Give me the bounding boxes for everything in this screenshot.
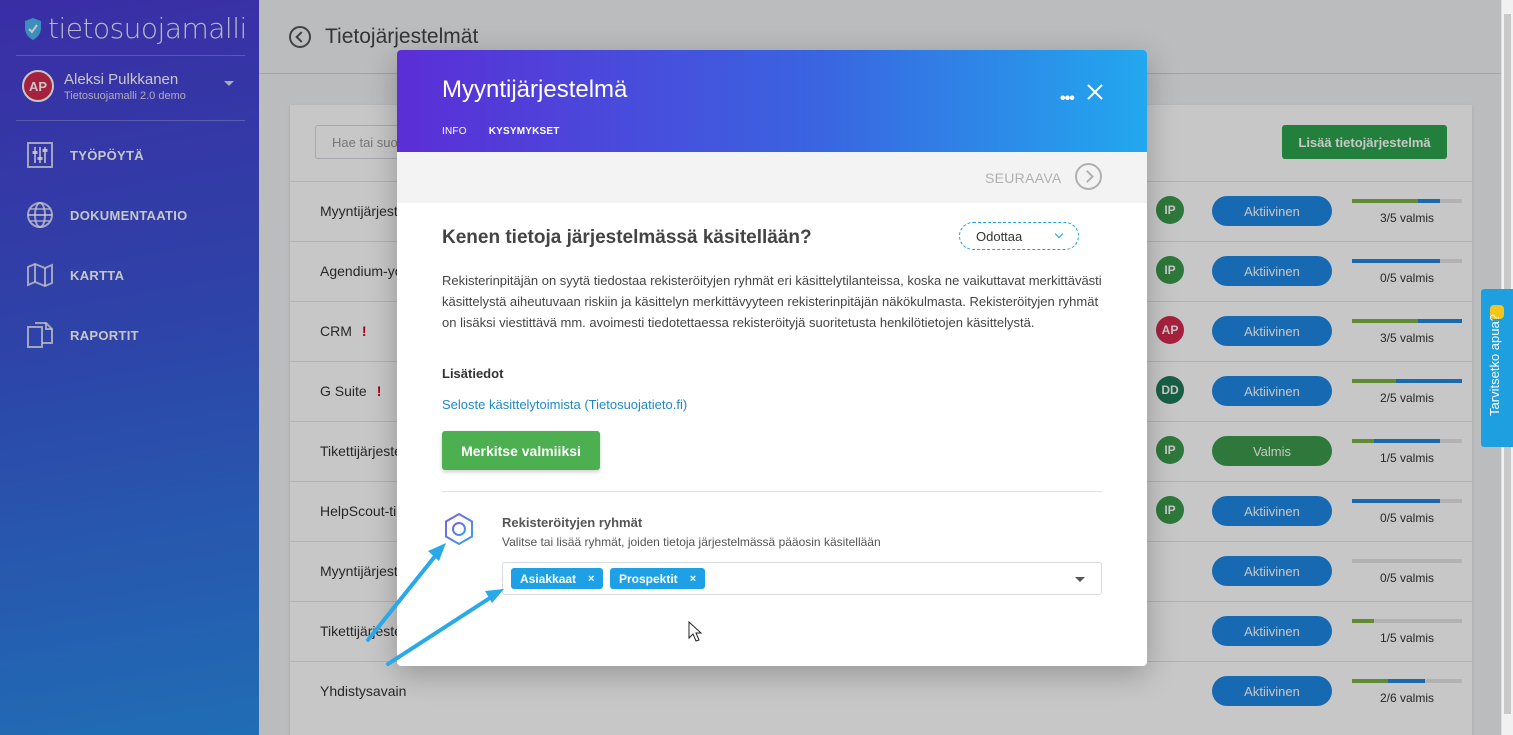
more-options-icon[interactable]: ••• (1060, 90, 1075, 108)
group-select[interactable]: Asiakkaat × Prospektit × (502, 562, 1102, 595)
remove-tag-icon[interactable]: × (690, 573, 696, 585)
tab-kysymykset[interactable]: KYSYMYKSET (489, 126, 560, 137)
system-modal: Myyntijärjestelmä INFO KYSYMYKSET ••• SE… (397, 50, 1147, 666)
modal-title: Myyntijärjestelmä (442, 76, 628, 103)
question-title: Kenen tietoja järjestelmässä käsitellään… (442, 227, 812, 248)
caret-down-icon[interactable] (1075, 577, 1085, 582)
info-link[interactable]: Seloste käsittelytoimista (Tietosuojatie… (442, 397, 687, 412)
hexagon-icon (445, 512, 473, 546)
help-tab[interactable]: Tarvitsetko apua? (1481, 289, 1513, 447)
tab-info[interactable]: INFO (442, 126, 467, 137)
chevron-right-icon[interactable] (1075, 163, 1102, 190)
next-bar: SEURAAVA (397, 152, 1147, 203)
status-dropdown[interactable]: Odottaa (959, 222, 1079, 250)
tag-chip: Asiakkaat × (511, 568, 604, 589)
tag-label: Asiakkaat (520, 571, 577, 586)
mark-done-button[interactable]: Merkitse valmiiksi (442, 431, 600, 470)
tag-label: Prospektit (619, 571, 678, 586)
group-description: Valitse tai lisää ryhmät, joiden tietoja… (502, 535, 881, 549)
more-info-heading: Lisätiedot (442, 366, 504, 381)
question-description: Rekisterinpitäjän on syytä tiedostaa rek… (442, 273, 1102, 330)
close-icon[interactable] (1085, 82, 1105, 102)
divider (442, 491, 1102, 492)
next-button[interactable]: SEURAAVA (985, 170, 1062, 186)
help-label: Tarvitsetko apua? (1487, 314, 1502, 416)
tag-chip: Prospektit × (610, 568, 706, 589)
chevron-down-icon (1054, 229, 1064, 239)
status-dropdown-value: Odottaa (976, 229, 1023, 244)
group-title: Rekisteröityjen ryhmät (502, 515, 643, 530)
remove-tag-icon[interactable]: × (588, 573, 594, 585)
modal-header: Myyntijärjestelmä INFO KYSYMYKSET ••• (397, 50, 1147, 152)
